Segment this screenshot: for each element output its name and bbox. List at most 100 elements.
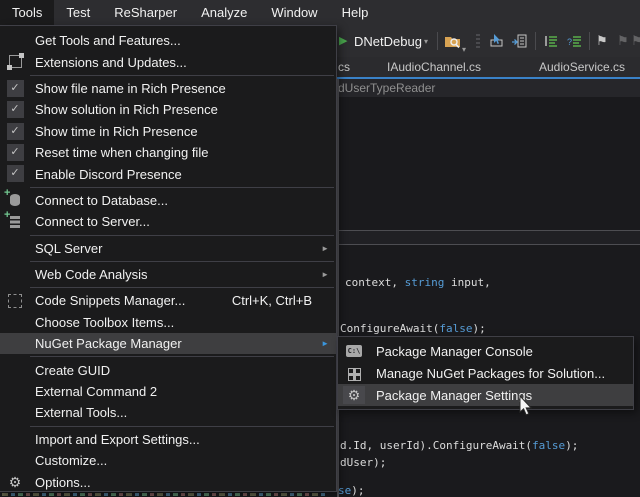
menu-item[interactable]: Customize...	[0, 450, 336, 471]
run-button[interactable]: ▶	[339, 33, 347, 49]
menu-item[interactable]: Import and Export Settings...	[0, 429, 336, 450]
submenu-item-label: Manage NuGet Packages for Solution...	[376, 366, 605, 381]
menu-item[interactable]: ⚙Options...	[0, 471, 336, 492]
document-tab[interactable]: IAudioChannel.cs	[387, 57, 481, 77]
menu-item[interactable]: Connect to Server...	[0, 211, 336, 232]
clipped-code-sliver	[2, 493, 328, 496]
menu-item[interactable]: ✓Show file name in Rich Presence	[0, 78, 336, 99]
bookmark-next-icon: ⚑	[631, 33, 640, 49]
submenu-item[interactable]: Manage NuGet Packages for Solution...	[338, 362, 633, 384]
menu-item-shortcut: Ctrl+K, Ctrl+B	[232, 293, 312, 308]
navigate-cursor-icon	[487, 33, 505, 49]
toolbar-separator	[589, 32, 590, 50]
menu-item-label: Show solution in Rich Presence	[35, 102, 218, 117]
menu-item[interactable]: ✓Reset time when changing file	[0, 142, 336, 163]
tools-menu: Get Tools and Features...Extensions and …	[0, 25, 337, 492]
menu-item-label: Import and Export Settings...	[35, 432, 200, 447]
menu-item-label: External Command 2	[35, 384, 157, 399]
menu-item-icon-slot	[4, 291, 26, 310]
document-tab[interactable]: AudioService.cs	[539, 57, 625, 77]
menu-item-label: NuGet Package Manager	[35, 336, 182, 351]
code-segment: );	[351, 484, 364, 497]
chevron-down-icon: ▾	[424, 37, 428, 46]
code-segment: false	[439, 322, 472, 335]
run-config-caret[interactable]: ▾	[424, 33, 428, 49]
submenu-item-label: Package Manager Console	[376, 344, 533, 359]
menubar-item-help[interactable]: Help	[330, 0, 381, 25]
menu-shadow-line	[337, 79, 339, 497]
next-bookmark-button[interactable]: ⚑	[631, 33, 640, 49]
manage-packages-icon	[348, 368, 361, 381]
toolbar-separator	[535, 32, 536, 50]
format-document-button[interactable]	[543, 33, 559, 49]
code-line: se);	[338, 484, 365, 497]
menu-item[interactable]: SQL Server►	[0, 238, 336, 259]
menu-item[interactable]: ✓ Show solution in Rich Presence	[0, 99, 336, 120]
nuget-submenu: C:\ Package Manager Console Manage NuGet P…	[337, 336, 634, 410]
menubar-item-resharper[interactable]: ReSharper	[102, 0, 189, 25]
check-icon: ✓	[7, 144, 24, 161]
run-config-label: DNetDebug	[354, 34, 422, 49]
gear-icon: ⚙	[9, 474, 22, 490]
code-segment: d.Id, userId).ConfigureAwait(	[340, 439, 532, 452]
navigate-to-button[interactable]	[487, 33, 505, 49]
toolbar-grip[interactable]	[476, 34, 480, 49]
submenu-arrow-icon: ►	[321, 339, 329, 348]
menu-item[interactable]: External Tools...	[0, 402, 336, 423]
code-segment: ConfigureAwait(	[340, 322, 439, 335]
find-in-files-button[interactable]	[444, 33, 461, 49]
submenu-arrow-icon: ►	[321, 270, 329, 279]
menubar-item-tools[interactable]: Tools	[0, 0, 54, 25]
menubar-item-test[interactable]: Test	[54, 0, 102, 25]
menu-item-icon-slot	[4, 212, 26, 231]
submenu-item-icon-slot	[343, 364, 365, 382]
check-icon: ✓	[7, 165, 24, 182]
code-segment: false	[532, 439, 565, 452]
menu-item[interactable]: Choose Toolbox Items...	[0, 312, 336, 333]
snippets-box-icon	[8, 294, 22, 308]
code-line: context, string input,	[345, 276, 491, 290]
menu-item[interactable]: Create GUID	[0, 359, 336, 380]
database-add-icon	[10, 194, 20, 206]
server-add-icon	[10, 216, 20, 228]
menubar-item-analyze[interactable]: Analyze	[189, 0, 259, 25]
gear-icon: ⚙	[348, 387, 361, 403]
menu-item-icon-slot	[4, 430, 26, 449]
check-icon: ✓	[7, 101, 24, 118]
menu-item[interactable]: Web Code Analysis ►	[0, 264, 336, 285]
breadcrumb[interactable]: dUserTypeReader	[338, 79, 435, 97]
submenu-item[interactable]: C:\ Package Manager Console	[338, 340, 633, 362]
menu-item[interactable]: ✓Enable Discord Presence	[0, 163, 336, 184]
menu-item[interactable]: Get Tools and Features...	[0, 30, 336, 51]
bookmark-prev-icon: ⚑	[617, 33, 629, 49]
format-lines-alt-icon: ?	[566, 33, 582, 49]
menu-item[interactable]: Code Snippets Manager...Ctrl+K, Ctrl+B	[0, 290, 336, 311]
run-icon: ▶	[339, 33, 347, 49]
document-tab[interactable]: cs	[338, 57, 350, 77]
menu-item-icon-slot: ✓	[4, 100, 26, 119]
menu-item[interactable]: External Command 2	[0, 381, 336, 402]
menu-item[interactable]: NuGet Package Manager ►	[0, 333, 336, 354]
prev-bookmark-button[interactable]: ⚑	[617, 33, 629, 49]
code-segment: se	[338, 484, 351, 497]
copy-structure-button[interactable]	[510, 33, 528, 49]
menu-item-icon-slot: ✓	[4, 164, 26, 183]
code-line: d.Id, userId).ConfigureAwait(false);	[340, 439, 578, 453]
menu-item-icon-slot	[4, 360, 26, 379]
submenu-item[interactable]: ⚙Package Manager Settings	[338, 384, 633, 406]
mouse-cursor	[519, 395, 534, 417]
menubar-item-window[interactable]: Window	[259, 0, 329, 25]
format-selection-button[interactable]: ?	[566, 33, 582, 49]
toggle-bookmark-button[interactable]: ⚑	[596, 33, 608, 49]
run-config-dropdown[interactable]: DNetDebug	[354, 33, 422, 49]
menu-item-label: Web Code Analysis	[35, 267, 148, 282]
menu-item[interactable]: ✓Show time in Rich Presence	[0, 121, 336, 142]
menu-item[interactable]: Extensions and Updates...	[0, 51, 336, 72]
menu-item-icon-slot	[4, 334, 26, 353]
console-icon: C:\	[346, 345, 362, 357]
copy-lines-icon	[510, 33, 528, 49]
menu-item-label: Customize...	[35, 453, 107, 468]
find-options-caret[interactable]: ▾	[462, 41, 466, 57]
menu-item-icon-slot	[4, 265, 26, 284]
menu-item[interactable]: Connect to Database...	[0, 190, 336, 211]
